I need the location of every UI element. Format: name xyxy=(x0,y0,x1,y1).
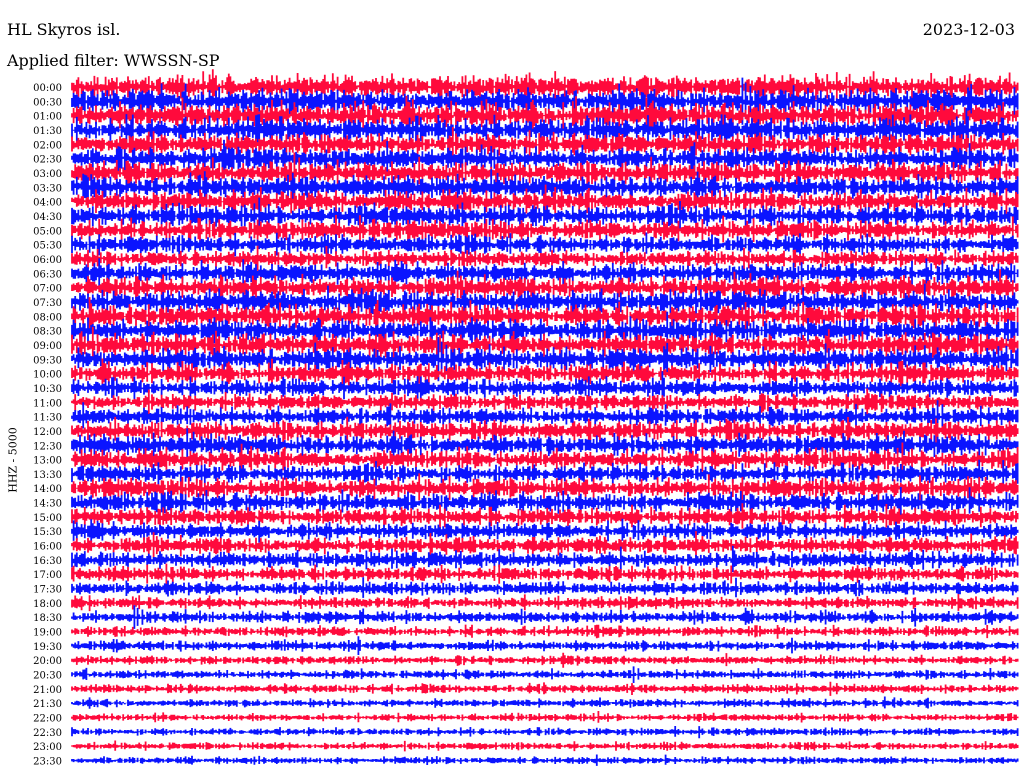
helicorder-plot: 00:00 00:30 01:00 01:30 02:00 02:30 03:00 03:30… xyxy=(33,69,1019,768)
time-tick-label: 12:00 xyxy=(33,427,62,438)
trace-row-1930 xyxy=(71,636,1019,655)
time-tick-label: 17:30 xyxy=(33,585,62,596)
time-tick-label: 10:00 xyxy=(33,370,62,381)
channel-axis-label-text: HHZ - 5000 xyxy=(6,427,20,493)
trace-row-1730 xyxy=(71,577,1019,598)
time-tick-label: 23:30 xyxy=(33,757,62,768)
time-tick-label: 17:00 xyxy=(33,570,62,581)
time-tick-label: 23:00 xyxy=(33,742,62,753)
trace-row-2230 xyxy=(71,726,1019,739)
time-tick-label: 10:30 xyxy=(33,384,62,395)
trace-row-2200 xyxy=(71,711,1019,723)
time-tick-label: 11:00 xyxy=(33,398,62,409)
trace-row-2000 xyxy=(71,652,1019,668)
time-tick-label: 13:00 xyxy=(33,456,62,467)
time-tick-label: 07:00 xyxy=(33,284,62,295)
time-tick-label: 21:30 xyxy=(33,699,62,710)
trace-row-1830 xyxy=(71,605,1019,629)
time-tick-label: 13:30 xyxy=(33,470,62,481)
time-tick-label: 14:30 xyxy=(33,499,62,510)
time-tick-label: 15:00 xyxy=(33,513,62,524)
time-tick-label: 03:00 xyxy=(33,169,62,180)
time-tick-label: 15:30 xyxy=(33,527,62,538)
time-tick-label: 11:30 xyxy=(33,413,62,424)
time-tick-label: 16:30 xyxy=(33,556,62,567)
time-tick-label: 08:00 xyxy=(33,312,62,323)
time-tick-label: 05:00 xyxy=(33,226,62,237)
time-tick-label: 14:00 xyxy=(33,484,62,495)
time-tick-label: 03:30 xyxy=(33,183,62,194)
time-tick-label: 05:30 xyxy=(33,241,62,252)
time-tick-label: 02:00 xyxy=(33,140,62,151)
time-tick-label: 09:30 xyxy=(33,355,62,366)
time-tick-label: 22:00 xyxy=(33,714,62,725)
trace-row-2330 xyxy=(71,754,1019,766)
time-tick-label: 00:00 xyxy=(33,83,62,94)
time-tick-labels: 00:00 00:30 01:00 01:30 02:00 02:30 03:00 03:30… xyxy=(33,83,62,768)
time-tick-label: 18:00 xyxy=(33,599,62,610)
trace-row-2030 xyxy=(71,666,1019,683)
filter-label: Applied filter: WWSSN-SP xyxy=(7,51,220,70)
time-tick-label: 04:30 xyxy=(33,212,62,223)
time-tick-label: 16:00 xyxy=(33,542,62,553)
trace-row-1700 xyxy=(71,563,1019,585)
trace-group xyxy=(71,69,1019,766)
time-tick-label: 19:30 xyxy=(33,642,62,653)
trace-row-2130 xyxy=(71,696,1019,709)
trace-row-1800 xyxy=(71,594,1019,612)
time-tick-label: 09:00 xyxy=(33,341,62,352)
time-tick-label: 06:30 xyxy=(33,269,62,280)
trace-row-2100 xyxy=(71,681,1019,696)
time-tick-label: 08:30 xyxy=(33,327,62,338)
trace-row-0600 xyxy=(71,245,1019,271)
time-tick-label: 07:30 xyxy=(33,298,62,309)
time-tick-label: 12:30 xyxy=(33,441,62,452)
time-tick-label: 19:00 xyxy=(33,628,62,639)
trace-row-1900 xyxy=(71,624,1019,639)
trace-row-2300 xyxy=(71,740,1019,752)
station-title: HL Skyros isl. xyxy=(7,20,121,39)
time-tick-label: 20:00 xyxy=(33,656,62,667)
time-tick-label: 22:30 xyxy=(33,728,62,739)
time-tick-label: 18:30 xyxy=(33,613,62,624)
time-tick-label: 20:30 xyxy=(33,671,62,682)
date-label: 2023-12-03 xyxy=(922,20,1015,39)
time-tick-label: 04:00 xyxy=(33,198,62,209)
time-tick-label: 21:00 xyxy=(33,685,62,696)
seismogram-page: 00:00 00:30 01:00 01:30 02:00 02:30 03:00 03:30… xyxy=(0,0,1024,780)
time-tick-label: 02:30 xyxy=(33,155,62,166)
channel-axis-label: HHZ - 5000 xyxy=(4,420,22,500)
time-tick-label: 00:30 xyxy=(33,97,62,108)
time-tick-label: 01:30 xyxy=(33,126,62,137)
time-tick-label: 06:00 xyxy=(33,255,62,266)
time-tick-label: 01:00 xyxy=(33,112,62,123)
